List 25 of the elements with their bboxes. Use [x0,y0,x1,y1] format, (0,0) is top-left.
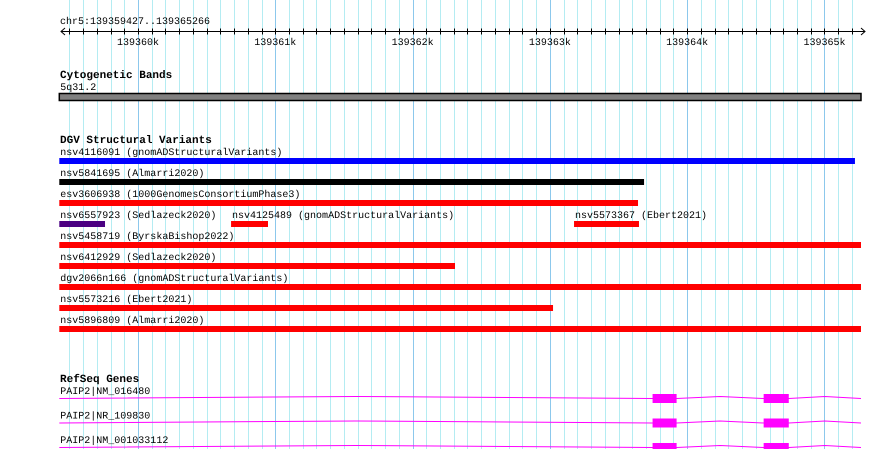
tick-label: 139363k [528,38,571,49]
variant-label: dgv2066n166 (gnomADStructuralVariants) [60,274,288,285]
variant-label: nsv5573216 (Ebert2021) [60,295,192,306]
track-title: Cytogenetic Bands [60,70,172,82]
track-title: RefSeq Genes [60,374,140,386]
variant-label: nsv6412929 (Sedlazeck2020) [60,253,216,264]
variant-label: nsv4125489 (gnomADStructuralVariants) [232,211,454,222]
gene-label: PAIP2|NR_109830 [60,412,150,422]
location-label: chr5:139359427..139365266 [60,17,210,28]
band-label: 5q31.2 [60,83,96,94]
variant-label: nsv5573367 (Ebert2021) [575,211,708,222]
variant-label: nsv6557923 (Sedlazeck2020) [60,211,216,222]
tick-label: 139362k [392,38,434,49]
gene-label: PAIP2|NM_016480 [60,387,150,398]
tick-label: 139360k [116,38,159,49]
variant-label: esv3606938 (1000GenomesConsortiumPhase3) [60,190,300,201]
variant-label: nsv5896809 (Almarri2020) [60,316,204,327]
tick-label: 139364k [666,38,708,49]
tick-label: 139365k [803,38,846,49]
gene-label: PAIP2|NM_001033112 [60,436,168,447]
variant-label: nsv4116091 (gnomADStructuralVariants) [60,148,282,159]
track-title: DGV Structural Variants [60,135,212,147]
tick-label: 139361k [254,38,296,49]
variant-label: nsv5841695 (Almarri2020) [60,169,204,180]
variant-label: nsv5458719 (ByrskaBishop2022) [60,232,234,243]
